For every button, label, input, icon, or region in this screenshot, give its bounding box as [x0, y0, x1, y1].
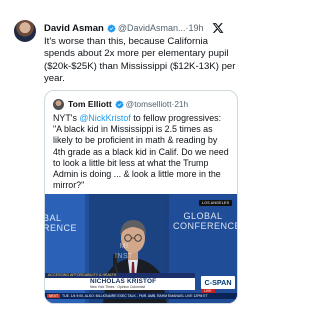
- quoted-text-rest: to fellow progressives: "A black kid in …: [53, 113, 229, 191]
- news-ticker: NEXT TUE. 1/4 9:00, ALSO: BILLIONAIRE EXE…: [45, 293, 237, 299]
- verified-badge-icon: [107, 24, 116, 32]
- tweet-header: David Asman @DavidAsman... · 19h: [44, 21, 236, 35]
- mention-link[interactable]: @NickKristof: [79, 113, 130, 123]
- quoted-author-name: Tom Elliott: [68, 99, 112, 109]
- ticker-text: TUE. 1/4 9:00, ALSO: BILLIONAIRE EXEC TA…: [62, 294, 208, 298]
- tweet-timestamp[interactable]: 19h: [189, 23, 204, 33]
- author-avatar[interactable]: [14, 20, 36, 42]
- x-logo-icon[interactable]: [212, 22, 224, 34]
- tweet-text: It's worse than this, because California…: [44, 36, 239, 84]
- conference-banner-left: BAL RENCE: [45, 213, 78, 233]
- quoted-text-start: NYT's: [53, 113, 80, 123]
- tweet-page: David Asman @DavidAsman... · 19h It's wo…: [0, 0, 250, 313]
- quoted-tweet-card[interactable]: Tom Elliott @tomselliott · 21h NYT's @Ni…: [44, 90, 238, 304]
- conference-banner-mid: MI INST: [115, 243, 133, 260]
- name-bar: NICHOLAS KRISTOF New York Times · Opinio…: [45, 278, 195, 290]
- author-handle[interactable]: @DavidAsman...: [118, 23, 186, 33]
- cspan-logo: C-SPAN: [201, 276, 235, 289]
- location-badge: LOS ANGELES: [199, 200, 233, 206]
- quoted-tweet-text: NYT's @NickKristof to fellow progressive…: [53, 113, 231, 191]
- verified-badge-icon: [115, 100, 124, 108]
- quoted-author-avatar: [53, 98, 64, 110]
- quoted-tweet-timestamp: 21h: [174, 99, 189, 109]
- quoted-author-handle: @tomselliott: [125, 99, 172, 109]
- video-thumbnail[interactable]: BAL RENCE GLOBAL CONFERENCE MI INST LOS …: [45, 194, 237, 303]
- ticker-tag: NEXT: [47, 294, 61, 298]
- conference-banner-right: GLOBAL CONFERENCE: [173, 211, 237, 231]
- lower-third: ACCESSING AFFORDABILITY & HEALTH NICHOLA…: [45, 273, 237, 303]
- author-name[interactable]: David Asman: [44, 23, 104, 34]
- speaker-title: New York Times · Opinion Columnist: [90, 285, 146, 289]
- quoted-tweet-header: Tom Elliott @tomselliott · 21h: [53, 98, 188, 110]
- speaker-name: NICHOLAS KRISTOF: [90, 278, 157, 285]
